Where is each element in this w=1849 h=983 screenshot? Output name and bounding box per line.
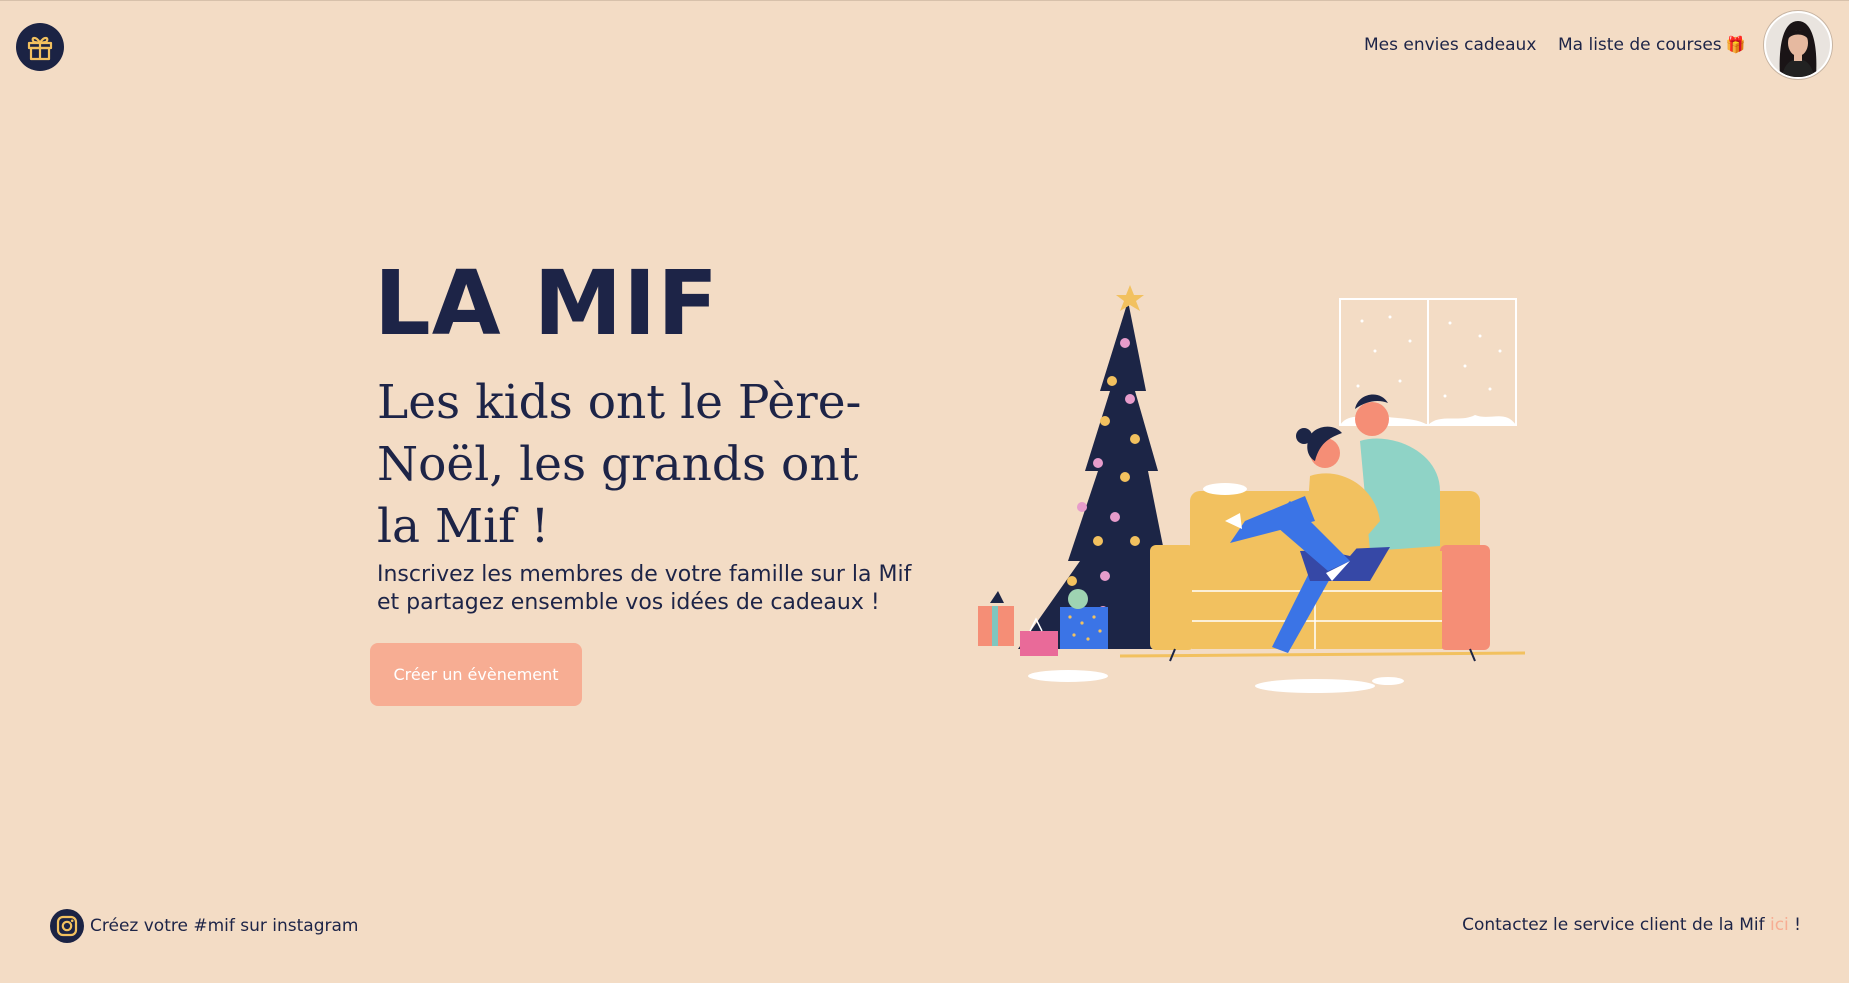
brand-title: LA MIF [374, 251, 720, 355]
instagram-link[interactable]: Créez votre #mif sur instagram [50, 909, 358, 943]
gift-emoji-icon: 🎁 [1725, 35, 1746, 54]
hero-tagline: Les kids ont le Père-Noël, les grands on… [377, 375, 862, 554]
nav-link-liste-courses[interactable]: Ma liste de courses 🎁 [1558, 35, 1746, 55]
instagram-icon [50, 909, 84, 943]
nav-envies-label: Mes envies cadeaux [1364, 35, 1537, 55]
create-event-button[interactable]: Créer un évènement [370, 643, 582, 706]
contact-service-client: Contactez le service client de la Mif ic… [1462, 915, 1801, 935]
hero-description: Inscrivez les membres de votre famille s… [377, 562, 912, 615]
contact-suffix: ! [1788, 915, 1801, 935]
instagram-text: Créez votre #mif sur instagram [90, 916, 359, 936]
christmas-couple-illustration [978, 285, 1526, 693]
nav-courses-label: Ma liste de courses [1558, 35, 1722, 55]
contact-link[interactable]: ici [1770, 915, 1789, 935]
contact-prefix: Contactez le service client de la Mif [1462, 915, 1770, 935]
nav-link-envies-cadeaux[interactable]: Mes envies cadeaux [1364, 35, 1536, 55]
gift-logo-icon[interactable] [16, 23, 64, 71]
user-avatar[interactable] [1764, 11, 1832, 79]
